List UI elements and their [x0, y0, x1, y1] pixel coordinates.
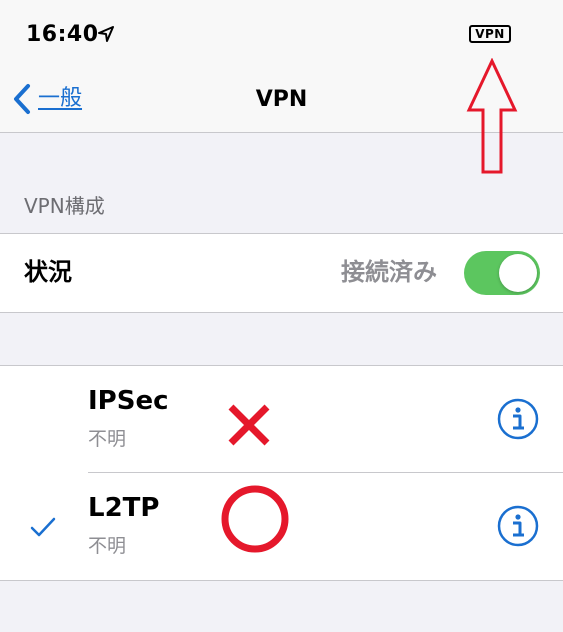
vpn-config-list: IPSec 不明 L2TP 不明: [0, 365, 563, 581]
checkmark-icon: [30, 517, 56, 537]
vpn-status-badge: VPN: [469, 25, 511, 43]
toggle-knob: [499, 254, 537, 292]
status-label: 状況: [24, 258, 72, 286]
vpn-config-ipsec[interactable]: IPSec 不明: [0, 366, 563, 473]
vpn-config-name: L2TP: [88, 493, 160, 523]
section-header-vpn-config: VPN構成: [24, 194, 105, 218]
status-value: 接続済み: [341, 258, 437, 286]
status-row: 状況 接続済み: [0, 233, 563, 313]
circle-mark: [221, 485, 289, 553]
vpn-config-name: IPSec: [88, 386, 169, 416]
up-arrow-annotation: [466, 58, 518, 174]
status-time: 16:40: [26, 22, 99, 47]
cross-mark: [228, 404, 270, 446]
vpn-config-status: 不明: [88, 535, 127, 557]
vpn-config-l2tp[interactable]: L2TP 不明: [0, 473, 563, 579]
info-icon[interactable]: [497, 505, 539, 547]
info-icon[interactable]: [497, 398, 539, 440]
vpn-toggle[interactable]: [464, 251, 540, 295]
vpn-config-status: 不明: [88, 428, 127, 450]
status-bar: 16:40 VPN: [0, 0, 563, 66]
location-arrow-icon: [98, 26, 114, 42]
